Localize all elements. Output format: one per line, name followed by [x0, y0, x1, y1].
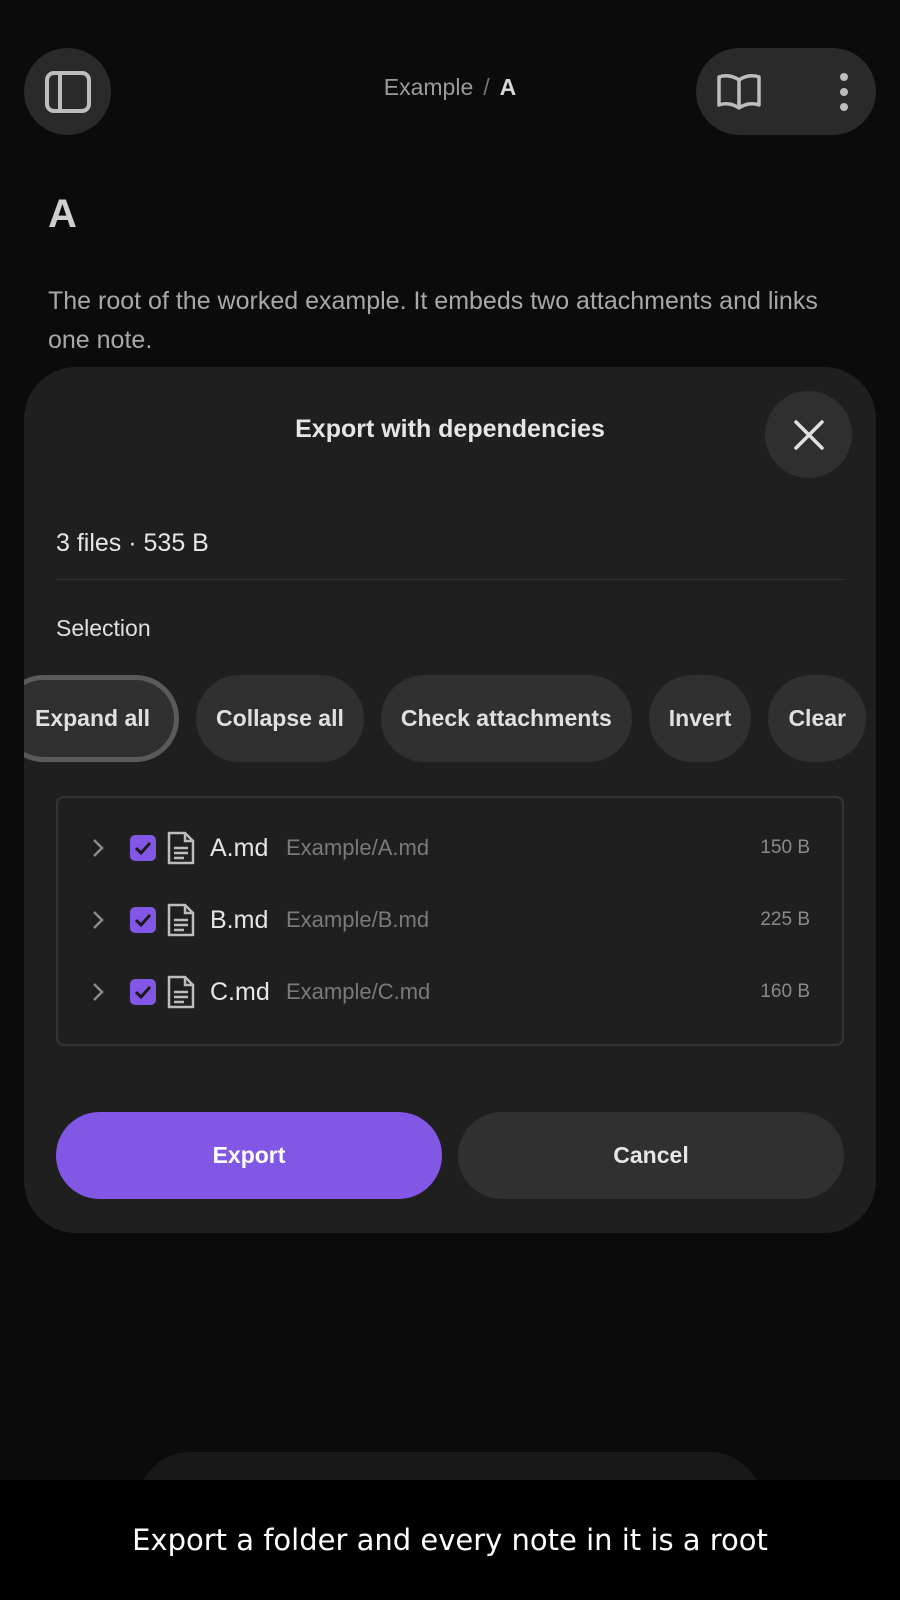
export-summary: 3 files · 535 B: [56, 529, 209, 557]
chevron-right-icon[interactable]: [90, 909, 106, 931]
note-title: A: [48, 192, 77, 236]
file-checkbox[interactable]: [130, 835, 156, 861]
file-row[interactable]: A.md Example/A.md 150 B: [58, 818, 842, 878]
breadcrumb-current[interactable]: A: [500, 74, 517, 100]
file-icon: [167, 903, 195, 937]
clear-button[interactable]: Clear: [768, 674, 866, 762]
more-options-button[interactable]: [838, 72, 850, 112]
check-icon: [134, 841, 152, 855]
top-actions: [696, 48, 876, 135]
file-checkbox[interactable]: [130, 979, 156, 1005]
note-body: The root of the worked example. It embed…: [48, 287, 818, 354]
collapse-all-button[interactable]: Collapse all: [196, 674, 364, 762]
breadcrumb-parent[interactable]: Example: [384, 74, 473, 100]
file-size: 150 B: [760, 837, 810, 858]
file-name: B.md: [210, 905, 269, 934]
export-button[interactable]: Export: [56, 1112, 442, 1199]
chevron-right-icon[interactable]: [90, 837, 106, 859]
check-icon: [134, 913, 152, 927]
caption-bar: Export a folder and every note in it is …: [0, 1480, 900, 1600]
file-path: Example/C.md: [286, 979, 431, 1004]
check-icon: [134, 985, 152, 999]
more-vertical-icon: [840, 72, 848, 111]
chevron-right-icon[interactable]: [90, 981, 106, 1003]
file-name: A.md: [210, 833, 269, 862]
check-attachments-button[interactable]: Check attachments: [380, 674, 632, 762]
file-tree: A.md Example/A.md 150 B B.md Example/B.m…: [56, 796, 844, 1046]
close-icon: [793, 419, 824, 450]
file-size: 160 B: [760, 981, 810, 1002]
file-row[interactable]: B.md Example/B.md 225 B: [58, 890, 842, 950]
expand-all-button[interactable]: Expand all: [24, 674, 180, 762]
file-icon: [167, 975, 195, 1009]
close-button[interactable]: [765, 391, 852, 478]
file-name: C.md: [210, 977, 270, 1006]
invert-button[interactable]: Invert: [648, 674, 752, 762]
export-dialog: Export with dependencies 3 files · 535 B…: [24, 367, 876, 1233]
file-path: Example/B.md: [286, 907, 430, 932]
file-checkbox[interactable]: [130, 907, 156, 933]
selection-label: Selection: [56, 615, 151, 641]
cancel-button[interactable]: Cancel: [458, 1112, 844, 1199]
caption-text: Export a folder and every note in it is …: [132, 1523, 768, 1557]
file-size: 225 B: [760, 909, 810, 930]
reading-mode-button[interactable]: [716, 72, 762, 112]
dialog-title: Export with dependencies: [295, 415, 605, 443]
selection-chips: Expand all Collapse all Check attachment…: [24, 673, 866, 763]
file-icon: [167, 831, 195, 865]
file-row[interactable]: C.md Example/C.md 160 B: [58, 962, 842, 1022]
divider: [56, 579, 844, 580]
book-open-icon: [717, 73, 761, 110]
breadcrumb-separator: /: [483, 74, 490, 100]
file-path: Example/A.md: [286, 835, 430, 860]
